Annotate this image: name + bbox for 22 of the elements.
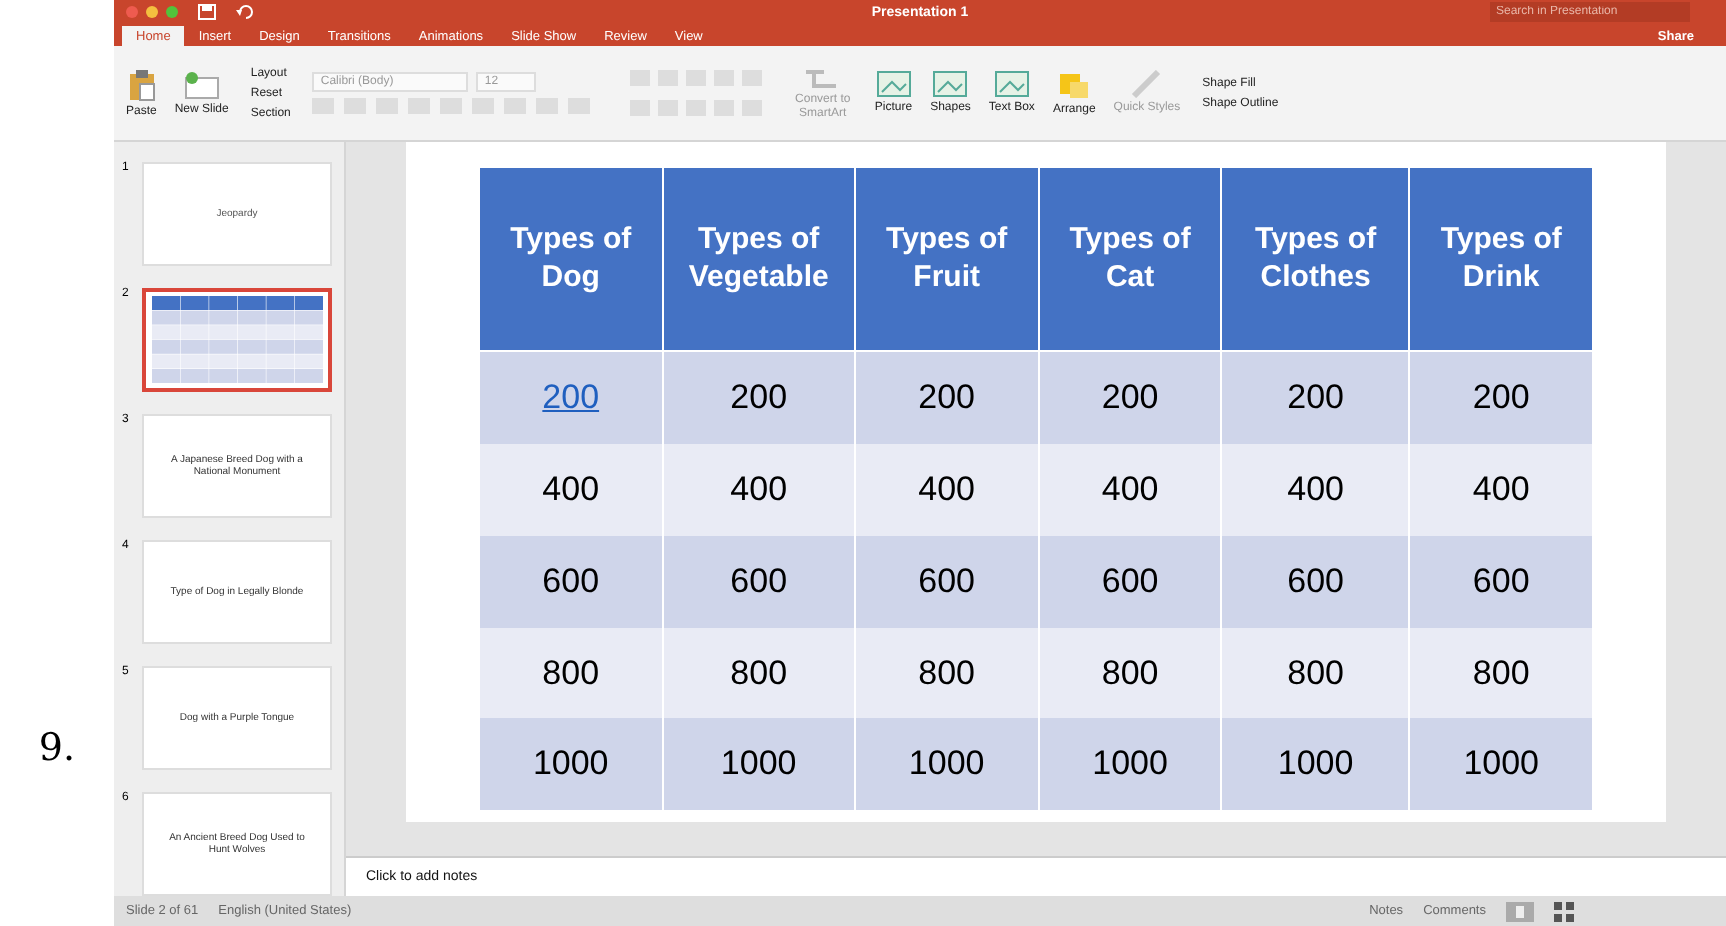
table-cell: 1000 xyxy=(1038,718,1222,810)
minimize-button[interactable] xyxy=(146,6,158,18)
table-cell: 1000 xyxy=(662,718,855,810)
grid-view-icon[interactable] xyxy=(1554,901,1574,921)
column-header: Types of Clothes xyxy=(1221,167,1410,352)
table-cell: 1000 xyxy=(854,718,1039,810)
slide-thumbnail[interactable] xyxy=(142,288,332,392)
arrange-icon xyxy=(1058,71,1091,99)
column-header: Types of Dog xyxy=(479,167,663,352)
column-header: Types of Cat xyxy=(1038,167,1222,352)
column-header: Types of Fruit xyxy=(854,167,1039,352)
undo-icon[interactable] xyxy=(236,4,254,20)
step-number: 9. xyxy=(38,726,76,770)
brush-icon xyxy=(1130,70,1163,99)
column-header: Types of Drink xyxy=(1409,167,1593,352)
link[interactable]: 200 xyxy=(542,378,600,417)
table-cell: 1000 xyxy=(1221,718,1410,810)
table-cell: 1000 xyxy=(479,718,663,810)
smartart-icon xyxy=(804,65,841,90)
save-icon[interactable] xyxy=(198,4,216,20)
table-cell: 1000 xyxy=(1409,718,1593,810)
column-header: Types of Vegetable xyxy=(662,167,855,352)
